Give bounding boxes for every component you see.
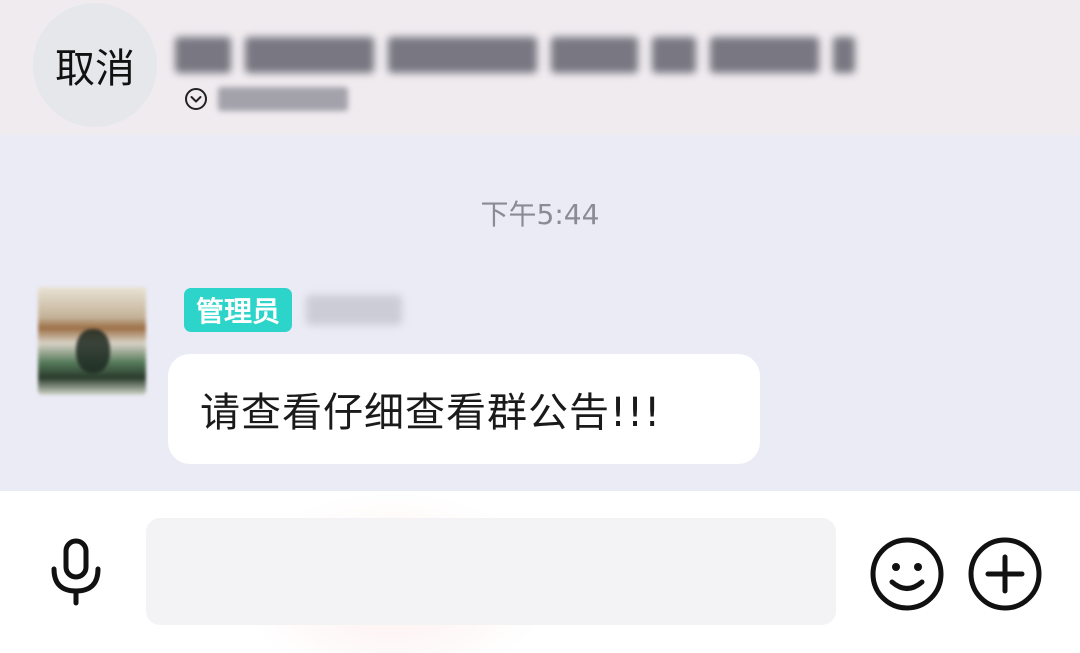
message-text: 请查看仔细查看群公告!!! [200, 390, 662, 436]
input-bar [0, 491, 1080, 653]
message-bubble[interactable]: 请查看仔细查看群公告!!! [168, 354, 760, 464]
plus-icon[interactable] [966, 535, 1044, 613]
message-input[interactable] [146, 518, 836, 625]
message-list[interactable]: 下午5:44 管理员 请查看仔细查看群公告!!! [0, 135, 1080, 491]
subtitle-redacted [218, 87, 348, 111]
group-title-redacted [175, 32, 855, 78]
group-subtitle[interactable] [184, 84, 348, 114]
chevron-down-circle-icon [185, 88, 207, 110]
admin-badge: 管理员 [184, 288, 293, 332]
sender-name-redacted [306, 295, 402, 325]
message-timestamp: 下午5:44 [480, 198, 600, 231]
chat-header: 取消 [0, 0, 1080, 135]
emoji-icon[interactable] [868, 535, 946, 613]
sender-avatar[interactable] [38, 287, 146, 395]
microphone-icon[interactable] [40, 535, 112, 607]
cancel-button[interactable]: 取消 [33, 3, 157, 127]
chat-screen: 取消 下午5:44 管理员 请查看仔细查看群公告!!! [0, 0, 1080, 653]
